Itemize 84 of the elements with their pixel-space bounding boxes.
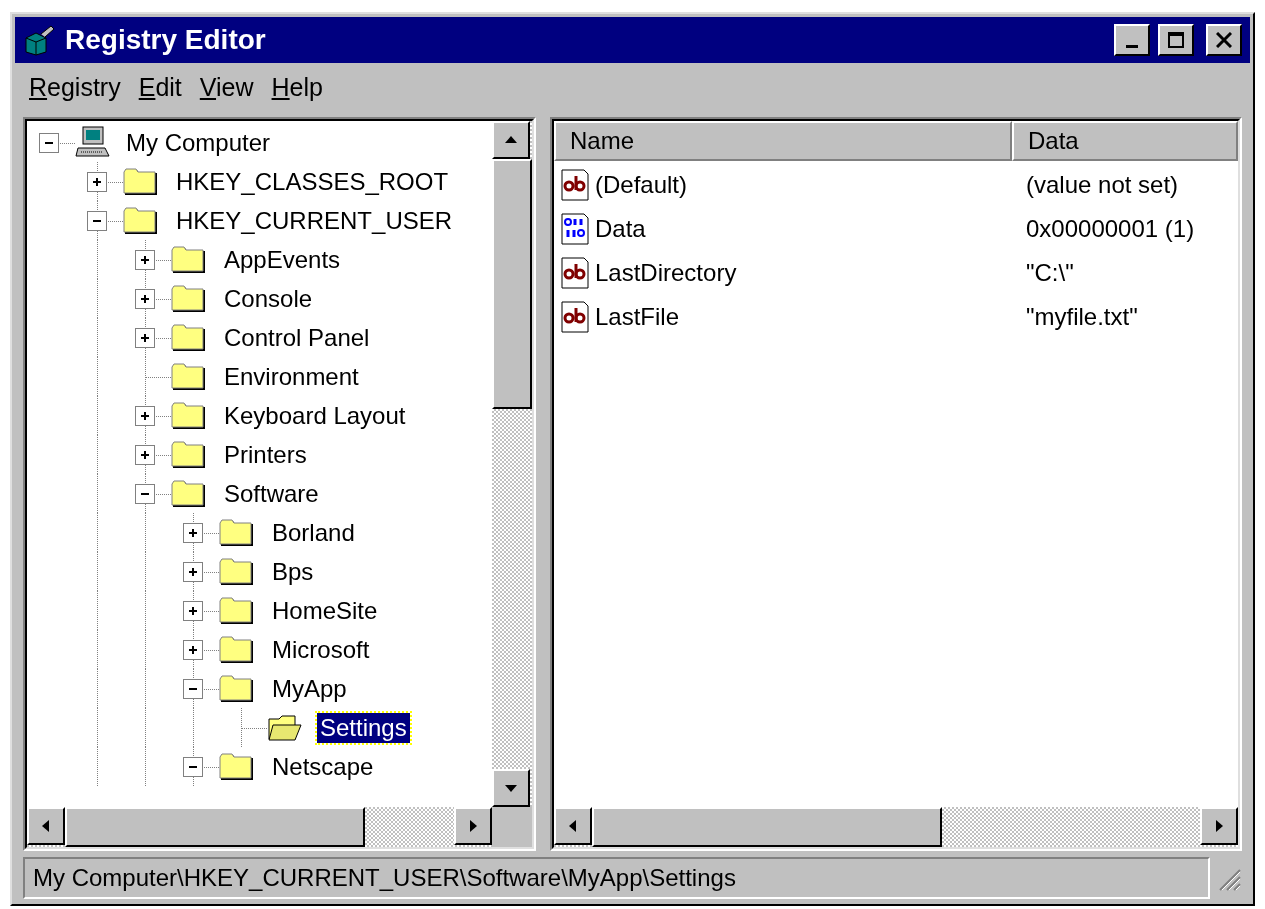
value-data: "myfile.txt"	[1025, 302, 1138, 332]
close-button[interactable]	[1206, 24, 1242, 56]
scroll-right-button[interactable]	[1200, 807, 1238, 845]
scroll-left-button[interactable]	[554, 807, 592, 845]
registry-cubes-icon	[23, 24, 57, 56]
window-title: Registry Editor	[65, 23, 266, 57]
plus-icon	[139, 292, 151, 305]
scroll-right-button[interactable]	[454, 807, 492, 845]
collapse-toggle[interactable]	[183, 756, 203, 777]
maximize-button[interactable]	[1158, 24, 1194, 56]
binary-value-icon	[560, 212, 592, 246]
close-icon	[1216, 32, 1232, 48]
value-name[interactable]: (Default)	[594, 167, 689, 203]
tree-item[interactable]: Control Panel	[221, 322, 373, 353]
string-value-icon	[560, 168, 592, 202]
value-data: "C:\"	[1025, 258, 1074, 288]
plus-icon	[187, 604, 199, 617]
open-folder-icon	[267, 712, 305, 743]
plus-icon	[187, 565, 199, 578]
tree-item[interactable]: HomeSite	[269, 595, 381, 626]
menu-item[interactable]: Registry	[21, 69, 129, 107]
tree-item[interactable]: Netscape	[269, 751, 377, 782]
tree-item[interactable]: MyApp	[269, 673, 350, 704]
tree-item[interactable]: Console	[221, 283, 316, 314]
collapse-toggle[interactable]	[183, 678, 203, 699]
tree-item[interactable]: Software	[221, 478, 322, 509]
scrollbar-corner	[492, 807, 532, 847]
collapse-toggle[interactable]	[39, 132, 59, 153]
tree-item[interactable]: My Computer	[123, 127, 274, 158]
menu-item[interactable]: View	[191, 69, 262, 107]
maximize-icon	[1168, 32, 1184, 48]
menu-item[interactable]: Edit	[130, 69, 190, 107]
tree-item[interactable]: Printers	[221, 439, 310, 470]
tree-item[interactable]: Bps	[269, 556, 317, 587]
plus-icon	[187, 643, 199, 656]
scrollbar-thumb[interactable]	[492, 159, 532, 409]
value-data: 0x00000001 (1)	[1025, 214, 1195, 244]
menu-item[interactable]: Help	[263, 69, 331, 107]
collapse-toggle[interactable]	[87, 210, 107, 231]
plus-icon	[139, 331, 151, 344]
value-name[interactable]: LastFile	[594, 299, 681, 335]
plus-icon	[187, 526, 199, 539]
expand-toggle[interactable]	[135, 327, 155, 348]
column-header[interactable]: Data	[1012, 121, 1238, 161]
scroll-left-button[interactable]	[27, 807, 65, 845]
plus-icon	[139, 448, 151, 461]
expand-toggle[interactable]	[135, 249, 155, 270]
status-bar: My Computer\HKEY_CURRENT_USER\Software\MyApp\Settings	[23, 857, 1210, 899]
value-data: (value not set)	[1025, 170, 1179, 200]
tree-item[interactable]: Environment	[221, 361, 362, 392]
scrollbar-thumb[interactable]	[65, 807, 365, 847]
expand-toggle[interactable]	[135, 444, 155, 465]
plus-icon	[91, 175, 103, 188]
expand-toggle[interactable]	[183, 639, 203, 660]
tree-item[interactable]: HKEY_CLASSES_ROOT	[173, 166, 452, 197]
minimize-icon	[1126, 44, 1138, 48]
tree-item[interactable]: Settings	[317, 712, 410, 743]
value-name[interactable]: Data	[594, 211, 647, 247]
expand-toggle[interactable]	[183, 522, 203, 543]
plus-icon	[139, 409, 151, 422]
tree-item[interactable]: AppEvents	[221, 244, 344, 275]
scroll-down-button[interactable]	[492, 769, 530, 807]
tree-item[interactable]: Microsoft	[269, 634, 373, 665]
expand-toggle[interactable]	[183, 600, 203, 621]
string-value-icon	[560, 256, 592, 290]
plus-icon	[139, 253, 151, 266]
scrollbar-thumb[interactable]	[592, 807, 942, 847]
column-header[interactable]: Name	[554, 121, 1012, 161]
minimize-button[interactable]	[1114, 24, 1150, 56]
tree-item[interactable]: Borland	[269, 517, 358, 548]
expand-toggle[interactable]	[183, 561, 203, 582]
value-name[interactable]: LastDirectory	[594, 255, 738, 291]
vertical-scrollbar[interactable]	[492, 121, 532, 807]
tree-item[interactable]: HKEY_CURRENT_USER	[173, 205, 456, 236]
expand-toggle[interactable]	[87, 171, 107, 192]
tree-item[interactable]: Keyboard Layout	[221, 400, 409, 431]
horizontal-scrollbar[interactable]	[554, 807, 1238, 847]
horizontal-scrollbar[interactable]	[27, 807, 492, 847]
string-value-icon	[560, 300, 592, 334]
expand-toggle[interactable]	[135, 288, 155, 309]
computer-icon	[75, 125, 111, 160]
scroll-up-button[interactable]	[492, 121, 530, 159]
collapse-toggle[interactable]	[135, 483, 155, 504]
expand-toggle[interactable]	[135, 405, 155, 426]
